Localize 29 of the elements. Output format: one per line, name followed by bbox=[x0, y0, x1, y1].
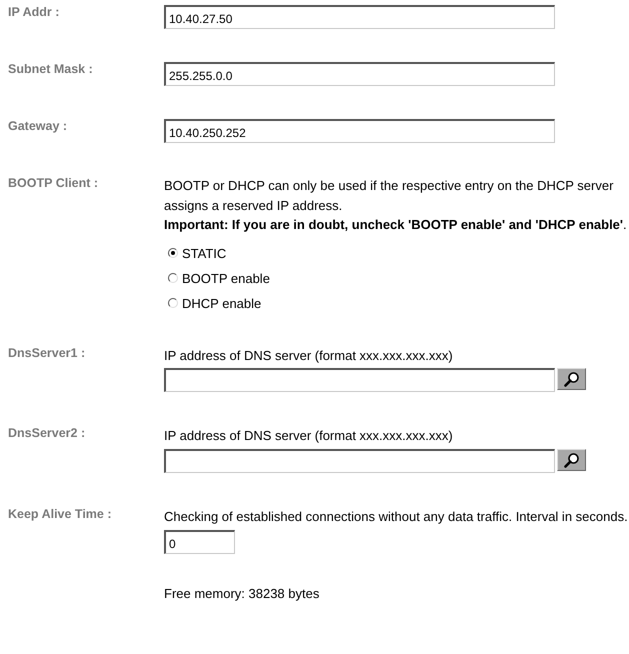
radio-label[interactable]: BOOTP enable bbox=[182, 270, 270, 286]
radio-button[interactable] bbox=[168, 298, 178, 308]
description-text: IP address of DNS server (format xxx.xxx.xxx.xxx) bbox=[164, 427, 454, 445]
description-text: Checking of established connections without any data traffic. Interval in seconds. bbox=[164, 508, 629, 526]
search-button[interactable] bbox=[557, 448, 586, 470]
input-field[interactable] bbox=[164, 448, 555, 472]
field-label: Keep Alive Time : bbox=[7, 506, 113, 523]
text-field[interactable]: 255.255.0.0 bbox=[164, 62, 555, 86]
text-field[interactable]: 10.40.27.50 bbox=[164, 5, 555, 29]
radio-button[interactable] bbox=[168, 248, 178, 258]
search-icon bbox=[564, 452, 580, 468]
radio-button[interactable] bbox=[168, 273, 178, 283]
field-label: DnsServer2 : bbox=[7, 426, 86, 442]
input-field[interactable] bbox=[164, 368, 555, 392]
field-label: Subnet Mask : bbox=[7, 62, 94, 78]
field-label: DnsServer1 : bbox=[7, 346, 86, 362]
field-label: IP Addr : bbox=[7, 5, 60, 21]
memory-status: Free memory: 38238 bytes bbox=[164, 586, 320, 601]
description-text: BOOTP or DHCP can only be used if the respective entry on the DHCP server assigns a reserved IP address. bbox=[164, 177, 614, 215]
search-icon bbox=[564, 371, 580, 387]
description-text: IP address of DNS server (format xxx.xxx.xxx.xxx) bbox=[164, 346, 454, 365]
field-label: BOOTP Client : bbox=[7, 176, 100, 192]
search-button[interactable] bbox=[557, 368, 586, 390]
text-field[interactable]: 10.40.250.252 bbox=[164, 119, 555, 143]
radio-label[interactable]: STATIC bbox=[182, 246, 226, 260]
number-field[interactable]: 0 bbox=[164, 530, 235, 554]
radio-label[interactable]: DHCP enable bbox=[182, 296, 262, 310]
warning-text: Important: If you are in doubt, uncheck 'BOOTP enable' and 'DHCP enable'. bbox=[164, 216, 628, 234]
field-label: Gateway : bbox=[7, 119, 68, 135]
